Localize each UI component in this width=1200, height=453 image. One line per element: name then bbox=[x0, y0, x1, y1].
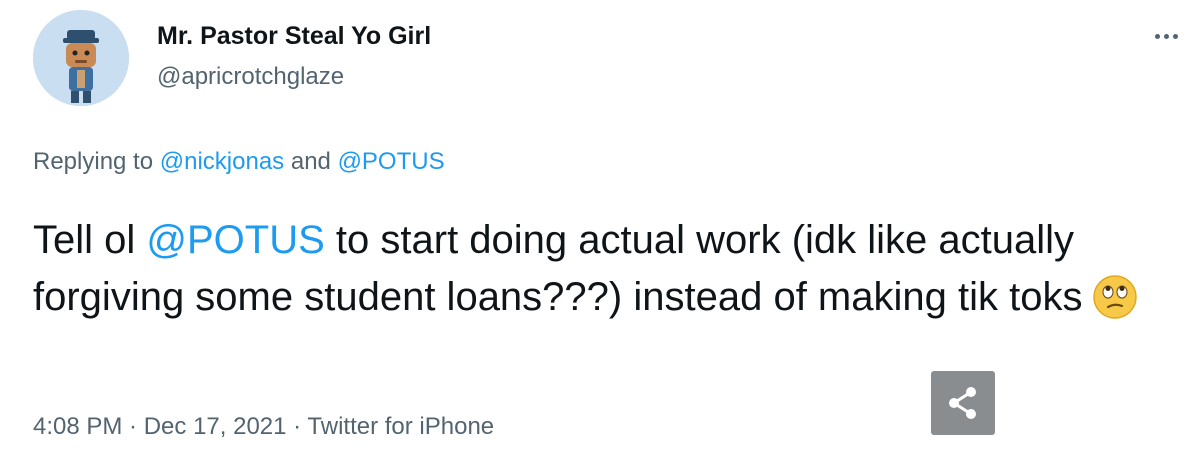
meta-separator: · bbox=[286, 413, 308, 440]
mention-link-nickjonas[interactable]: @nickjonas bbox=[160, 148, 284, 175]
more-options-icon[interactable] bbox=[1148, 24, 1184, 48]
tweet-date[interactable]: Dec 17, 2021 bbox=[144, 413, 287, 440]
tweet-text-start: Tell ol bbox=[33, 218, 147, 262]
replying-conjunction: and bbox=[284, 148, 338, 175]
cartoon-character-avatar-icon bbox=[33, 10, 129, 106]
share-icon[interactable] bbox=[931, 371, 995, 435]
tweet-text: Tell ol @POTUS to start doing actual wor… bbox=[33, 212, 1163, 326]
tweet-time[interactable]: 4:08 PM bbox=[33, 413, 122, 440]
replying-to-line: Replying to @nickjonas and @POTUS bbox=[33, 148, 445, 176]
tweet-card: Mr. Pastor Steal Yo Girl @apricrotchglaz… bbox=[0, 0, 1200, 453]
face-with-rolling-eyes-emoji-icon bbox=[1092, 274, 1138, 320]
replying-to-label: Replying to bbox=[33, 148, 160, 175]
mention-link-potus[interactable]: @POTUS bbox=[338, 148, 445, 175]
display-name[interactable]: Mr. Pastor Steal Yo Girl bbox=[157, 22, 431, 51]
avatar[interactable] bbox=[33, 10, 129, 106]
user-handle[interactable]: @apricrotchglaze bbox=[157, 63, 344, 91]
tweet-mention-potus[interactable]: @POTUS bbox=[146, 218, 324, 262]
tweet-source: Twitter for iPhone bbox=[307, 413, 495, 440]
tweet-metadata: 4:08 PM · Dec 17, 2021 · Twitter for iPh… bbox=[33, 413, 494, 441]
meta-separator: · bbox=[122, 413, 144, 440]
